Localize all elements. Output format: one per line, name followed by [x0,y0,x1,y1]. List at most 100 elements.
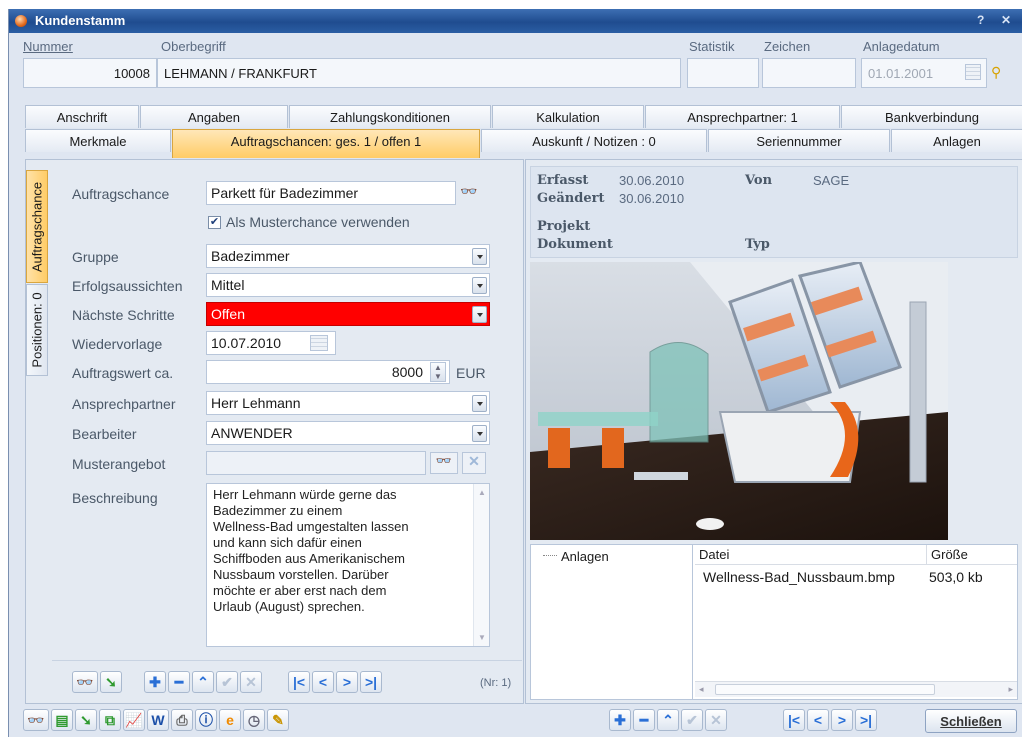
previous-record-icon[interactable]: < [807,709,829,731]
glasses-icon[interactable]: 👓 [460,183,488,203]
beschreibung-line: Badezimmer zu einem [213,503,343,518]
musterchance-checkbox[interactable]: ✔ [208,216,221,229]
scroll-down-icon[interactable]: ▼ [478,633,486,642]
first-record-icon[interactable]: |< [288,671,310,693]
last-record-icon[interactable]: >| [855,709,877,731]
auftragschance-input[interactable]: Parkett für Badezimmer [206,181,456,205]
tab-zahlungskonditionen[interactable]: Zahlungskonditionen [289,105,491,128]
remove-icon[interactable]: ━ [633,709,655,731]
auftragswert-input[interactable]: 8000 [206,360,450,384]
print-icon[interactable]: ⎙ [171,709,193,731]
erfolg-value: Mittel [211,277,245,293]
oberbegriff-label: Oberbegriff [161,39,226,54]
remove-icon[interactable]: ━ [168,671,190,693]
confirm-icon[interactable]: ✔ [216,671,238,693]
key-icon[interactable]: ⚲ [991,64,1001,81]
edit-icon[interactable]: ✎ [267,709,289,731]
tab-angaben[interactable]: Angaben [140,105,288,128]
schritte-select[interactable]: Offen [206,302,490,326]
next-record-icon[interactable]: > [831,709,853,731]
beschreibung-line: Schiffboden aus Amerikanischem [213,551,405,566]
tab-kalkulation[interactable]: Kalkulation [492,105,644,128]
close-button[interactable]: Schließen [925,709,1017,733]
last-record-icon[interactable]: >| [360,671,382,693]
col-datei-header[interactable]: Datei [695,545,927,565]
col-groesse-header[interactable]: Größe [927,545,1017,565]
add-icon[interactable]: ✚ [144,671,166,693]
tree-item-anlagen[interactable]: Anlagen [561,549,609,564]
add-icon[interactable]: ✚ [609,709,631,731]
confirm-icon[interactable]: ✔ [681,709,703,731]
oberbegriff-field[interactable]: LEHMANN / FRANKFURT [157,58,681,88]
musterangebot-input[interactable] [206,451,426,475]
tab-auskunft-notizen[interactable]: Auskunft / Notizen : 0 [481,129,707,152]
bearbeiter-select[interactable]: ANWENDER [206,421,490,445]
nummer-field[interactable]: 10008 [23,58,157,88]
word-icon[interactable]: W [147,709,169,731]
scrollbar[interactable]: ▲ ▼ [473,484,489,646]
tab-anlagen[interactable]: Anlagen [891,129,1022,152]
chart-icon[interactable]: 📈 [123,709,145,731]
von-label: Von [745,173,773,188]
zeichen-field[interactable] [762,58,856,88]
export-icon[interactable]: ➘ [100,671,122,693]
tab-seriennummer[interactable]: Seriennummer [708,129,890,152]
glasses-icon[interactable]: 👓 [23,709,49,731]
ansprechpartner-select[interactable]: Herr Lehmann [206,391,490,415]
next-record-icon[interactable]: > [336,671,358,693]
email-icon[interactable]: e [219,709,241,731]
calendar-icon[interactable] [965,64,981,80]
tab-merkmale[interactable]: Merkmale [25,129,171,152]
clock-icon[interactable]: ◷ [243,709,265,731]
attachments-tree: Anlagen [531,545,693,699]
help-button[interactable]: ? [977,13,984,27]
side-tab-positionen[interactable]: Positionen: 0 [26,284,48,376]
beschreibung-line: Herr Lehmann würde gerne das [213,487,397,502]
chevron-up-icon[interactable]: ⌃ [192,671,214,693]
scroll-left-icon[interactable]: ◂ [699,684,704,695]
erfolg-select[interactable]: Mittel [206,273,490,297]
tab-anschrift[interactable]: Anschrift [25,105,139,128]
glasses-icon[interactable]: 👓 [430,452,458,474]
chevron-down-icon[interactable] [472,248,487,265]
previous-record-icon[interactable]: < [312,671,334,693]
scroll-thumb[interactable] [715,684,935,695]
app-icon [15,15,27,27]
tab-ansprechpartner[interactable]: Ansprechpartner: 1 [645,105,840,128]
close-window-icon[interactable]: ✕ [1001,13,1011,27]
glasses-icon[interactable]: 👓 [72,671,98,693]
chevron-down-icon[interactable] [472,395,487,412]
new-document-icon[interactable]: ▤ [51,709,73,731]
chevron-down-icon[interactable] [472,425,487,442]
first-record-icon[interactable]: |< [783,709,805,731]
horizontal-scrollbar[interactable]: ◂ ▸ [695,681,1017,697]
spinner-icon[interactable]: ▲ ▼ [430,362,446,382]
info-icon[interactable]: ⓘ [195,709,217,731]
tab-auftragschancen[interactable]: Auftragschancen: ges. 1 / offen 1 [172,129,480,158]
side-tab-auftragschance[interactable]: Auftragschance [26,170,48,283]
copy-icon[interactable]: ⧉ [99,709,121,731]
scroll-up-icon[interactable]: ▲ [478,488,486,497]
chevron-down-icon[interactable] [472,277,487,294]
file-name-cell[interactable]: Wellness-Bad_Nussbaum.bmp [703,569,895,585]
beschreibung-textarea[interactable]: Herr Lehmann würde gerne das Badezimmer … [206,483,490,647]
chevron-down-icon[interactable] [472,306,487,323]
calendar-icon[interactable] [310,335,328,351]
export-icon[interactable]: ➘ [75,709,97,731]
erfasst-label: Erfasst [537,173,589,188]
von-value: SAGE [813,173,850,188]
scroll-right-icon[interactable]: ▸ [1008,684,1013,695]
typ-label: Typ [745,237,770,252]
tab-bankverbindung[interactable]: Bankverbindung [841,105,1022,128]
file-size-cell[interactable]: 503,0 kb [929,569,983,585]
clear-icon[interactable]: ✕ [462,452,486,474]
cancel-icon[interactable]: ✕ [240,671,262,693]
erfolg-label: Erfolgsaussichten [72,278,183,294]
chevron-up-icon[interactable]: ⌃ [657,709,679,731]
attachments-area: Anlagen Datei Größe Wellness-Bad_Nussbau… [530,544,1018,700]
kundenstamm-window: Kundenstamm ? ✕ Nummer Oberbegriff Stati… [8,9,1022,737]
cancel-icon[interactable]: ✕ [705,709,727,731]
statistik-field[interactable] [687,58,759,88]
gruppe-select[interactable]: Badezimmer [206,244,490,268]
currency-unit: EUR [456,365,486,381]
